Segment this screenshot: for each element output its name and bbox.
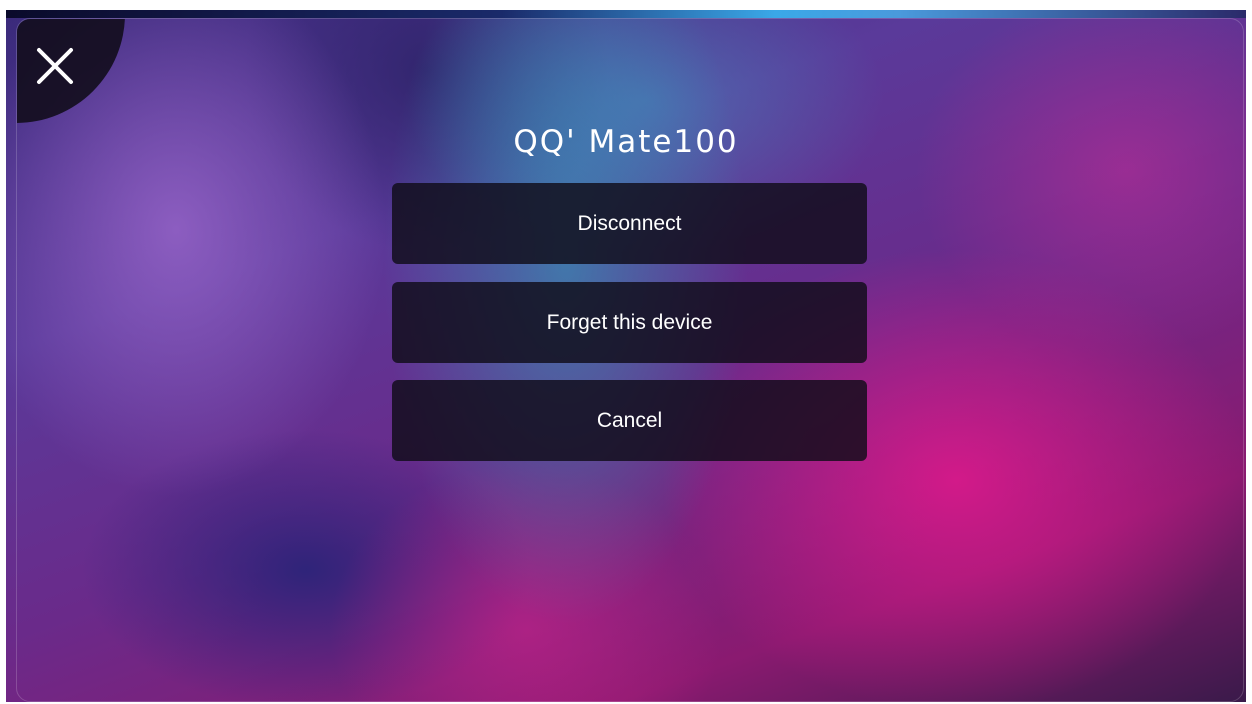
disconnect-label: Disconnect (577, 211, 682, 235)
device-name-title: QQ' Mate100 (513, 124, 739, 160)
disconnect-button[interactable]: Disconnect (392, 183, 867, 264)
top-edge-highlight (6, 10, 1246, 18)
cancel-button[interactable]: Cancel (392, 380, 867, 461)
cancel-label: Cancel (596, 408, 663, 432)
forget-device-button[interactable]: Forget this device (392, 282, 867, 363)
close-icon[interactable] (36, 47, 74, 85)
forget-device-label: Forget this device (546, 310, 713, 334)
